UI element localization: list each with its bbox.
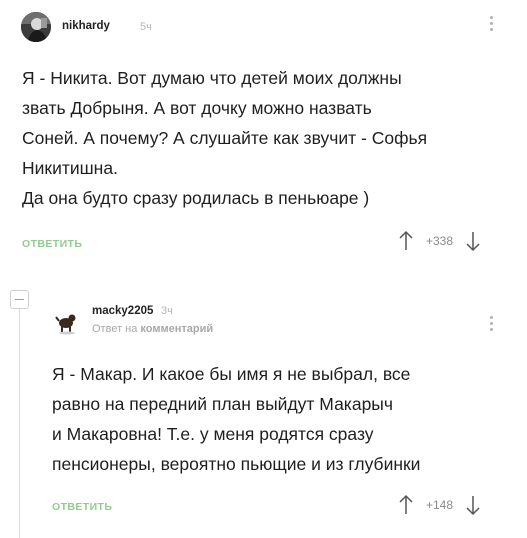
- comment-username[interactable]: nikhardy: [62, 20, 110, 32]
- reply-to-target[interactable]: комментарий: [140, 323, 213, 335]
- comment-timestamp: 3ч: [161, 305, 173, 317]
- comment-reply: macky2205 3ч Ответ на комментарий Я - Ма…: [0, 275, 527, 538]
- thread-line[interactable]: [19, 307, 20, 538]
- vote-controls: +338: [398, 229, 481, 253]
- upvote-arrow-icon[interactable]: [398, 229, 414, 253]
- comment-rating: +338: [426, 234, 454, 248]
- reply-button[interactable]: ОТВЕТИТЬ: [22, 238, 82, 250]
- comment-text-line: Никитишна.: [22, 158, 118, 178]
- user-avatar-icon[interactable]: [21, 12, 51, 42]
- dog-avatar-icon[interactable]: [52, 306, 82, 336]
- more-options-icon[interactable]: [490, 16, 494, 34]
- downvote-arrow-icon[interactable]: [465, 493, 481, 517]
- upvote-arrow-icon[interactable]: [398, 493, 414, 517]
- comment-text-line: Я - Макар. И какое бы имя я не выбрал, в…: [52, 364, 411, 384]
- comment-text-line: равно на передний план выйдут Макарыч: [52, 394, 394, 414]
- vote-controls: +148: [398, 493, 481, 517]
- comment-username[interactable]: macky2205: [92, 305, 153, 317]
- comment-text-line: Соней. А почему? А слушайте как звучит -…: [22, 128, 428, 148]
- comment-rating: +148: [426, 498, 454, 512]
- reply-to-prefix: Ответ на: [92, 323, 138, 335]
- comment: nikhardy 5ч Я - Никита. Вот думаю что де…: [0, 0, 527, 275]
- comment-text-line: и Макаровна! Т.е. у меня родятся сразу: [52, 424, 374, 444]
- reply-button[interactable]: ОТВЕТИТЬ: [52, 501, 112, 513]
- downvote-arrow-icon[interactable]: [465, 229, 481, 253]
- comment-text-line: Я - Никита. Вот думаю что детей моих дол…: [22, 68, 402, 88]
- more-options-icon[interactable]: [490, 316, 494, 334]
- comment-text-line: Да она будто сразу родилась в пеньюаре ): [22, 188, 370, 208]
- reply-to-link[interactable]: Ответ на комментарий: [92, 323, 213, 335]
- comment-text-line: звать Добрыня. А вот дочку можно назвать: [22, 98, 372, 118]
- comment-text: Я - Макар. И какое бы имя я не выбрал, в…: [52, 359, 512, 479]
- comment-text: Я - Никита. Вот думаю что детей моих дол…: [22, 63, 512, 213]
- comment-text-line: пенсионеры, вероятно пьющие и из глубинк…: [52, 454, 421, 474]
- collapse-thread-icon[interactable]: [10, 290, 29, 309]
- comment-timestamp: 5ч: [140, 21, 152, 33]
